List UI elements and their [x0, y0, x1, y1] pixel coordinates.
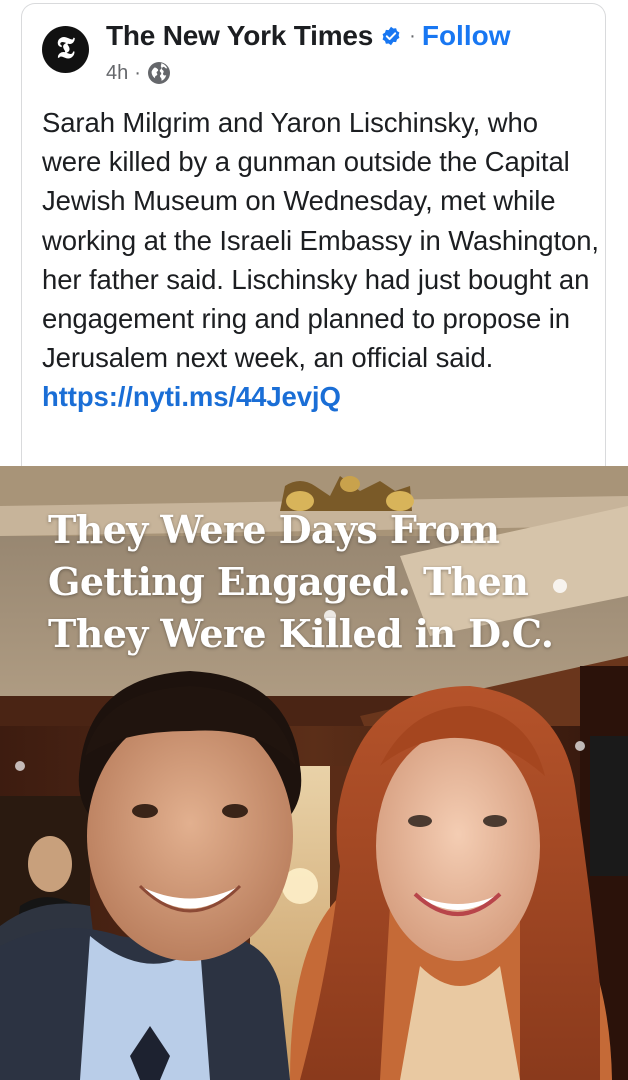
verified-badge-icon [382, 26, 400, 46]
nyt-avatar[interactable]: 𝕿 [42, 26, 89, 73]
post-timestamp[interactable]: 4h [106, 62, 128, 85]
meta-separator: · [134, 61, 141, 84]
post-link[interactable]: https://nyti.ms/44JevjQ [42, 381, 341, 412]
post-image[interactable]: They Were Days From Getting Engaged. The… [0, 466, 628, 1080]
page-name-link[interactable]: The New York Times [106, 20, 373, 52]
follow-button[interactable]: Follow [422, 20, 511, 52]
post-body: Sarah Milgrim and Yaron Lischinsky, who … [42, 103, 602, 417]
post-body-text: Sarah Milgrim and Yaron Lischinsky, who … [42, 107, 599, 374]
nyt-logo-glyph: 𝕿 [56, 30, 75, 66]
page-background [0, 0, 20, 470]
post-meta: 4h · [106, 60, 171, 86]
photo-headline: They Were Days From Getting Engaged. The… [48, 507, 554, 656]
header-separator: · [409, 24, 416, 47]
globe-icon[interactable] [147, 61, 171, 85]
post-header: The New York Times · Follow [106, 16, 511, 56]
